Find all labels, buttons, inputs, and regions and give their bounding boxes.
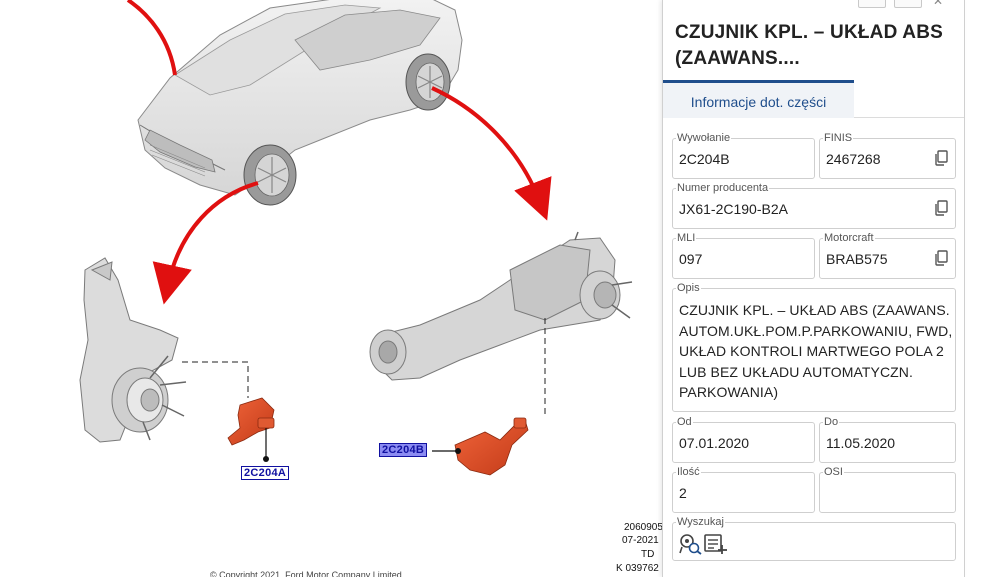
abs-sensor-rear xyxy=(432,417,529,476)
od-value: 07.01.2020 xyxy=(679,435,750,451)
ilosc-field: Ilość 2 xyxy=(672,466,815,513)
opis-label: Opis xyxy=(676,282,701,294)
mli-value: 097 xyxy=(679,251,703,267)
abs-sensor-front xyxy=(227,397,275,462)
copy-icon[interactable] xyxy=(934,250,948,266)
callout-2c204a[interactable]: 2C204A xyxy=(241,466,290,480)
do-field: Do 11.05.2020 xyxy=(819,416,956,463)
numer-producenta-field: Numer producenta JX61-2C190-B2A xyxy=(672,182,956,229)
wyszukaj-label: Wyszukaj xyxy=(676,516,725,528)
illustration-id: 2060905 xyxy=(624,522,663,533)
car-illustration xyxy=(137,0,463,206)
mli-label: MLI xyxy=(676,232,697,244)
tab-part-info[interactable]: Informacje dot. części xyxy=(663,80,854,118)
do-label: Do xyxy=(823,416,840,428)
callout-2c204b-selected[interactable]: 2C204B xyxy=(379,443,428,457)
motorcraft-label: Motorcraft xyxy=(823,232,875,244)
finis-field: FINIS 2467268 xyxy=(819,132,956,179)
parts-diagram: 2C204A 2C204B 2060905 07-2021 TD K 03976… xyxy=(0,0,665,577)
illustration-code: K 039762 xyxy=(616,563,659,574)
exploded-view-illustration xyxy=(79,0,633,476)
osi-label: OSI xyxy=(823,466,844,478)
close-icon[interactable]: ✕ xyxy=(933,0,943,7)
panel-button-2[interactable] xyxy=(894,0,922,8)
motorcraft-value: BRAB575 xyxy=(826,251,888,267)
do-value: 11.05.2020 xyxy=(826,435,896,451)
finis-label: FINIS xyxy=(823,132,854,144)
mli-field: MLI 097 xyxy=(672,232,815,279)
wyszukaj-field: Wyszukaj xyxy=(672,516,956,561)
ilosc-value: 2 xyxy=(679,485,687,501)
illustration-initials: TD xyxy=(641,549,655,560)
wywolanie-value: 2C204B xyxy=(679,151,730,167)
rear-suspension-arm xyxy=(369,231,633,381)
copy-icon[interactable] xyxy=(934,150,948,166)
opis-field: Opis CZUJNIK KPL. – UKŁAD ABS (ZAAWANS. … xyxy=(672,282,956,412)
numer-producenta-value: JX61-2C190-B2A xyxy=(679,201,788,217)
numer-producenta-label: Numer producenta xyxy=(676,182,770,194)
wywolanie-label: Wywołanie xyxy=(676,132,732,144)
wheel-search-icon[interactable] xyxy=(679,533,703,555)
od-label: Od xyxy=(676,416,693,428)
motorcraft-field: Motorcraft BRAB575 xyxy=(819,232,956,279)
opis-value: CZUJNIK KPL. – UKŁAD ABS (ZAAWANS. AUTOM… xyxy=(679,302,953,400)
copy-icon[interactable] xyxy=(934,200,948,216)
ilosc-label: Ilość xyxy=(676,466,701,478)
wywolanie-field: Wywołanie 2C204B xyxy=(672,132,815,179)
finis-value: 2467268 xyxy=(826,151,881,167)
part-title: CZUJNIK KPL. – UKŁAD ABS (ZAAWANS.... xyxy=(675,22,943,69)
osi-field: OSI xyxy=(819,466,956,513)
list-add-icon[interactable] xyxy=(704,533,728,555)
part-info-panel: ✕ CZUJNIK KPL. – UKŁAD ABS (ZAAWANS.... … xyxy=(662,0,965,577)
panel-button-1[interactable] xyxy=(858,0,886,8)
illustration-date: 07-2021 xyxy=(622,535,659,546)
front-steering-knuckle xyxy=(79,257,187,443)
copyright-text: © Copyright 2021, Ford Motor Company Lim… xyxy=(210,570,402,577)
od-field: Od 07.01.2020 xyxy=(672,416,815,463)
tab-bar: Informacje dot. części xyxy=(663,80,964,118)
